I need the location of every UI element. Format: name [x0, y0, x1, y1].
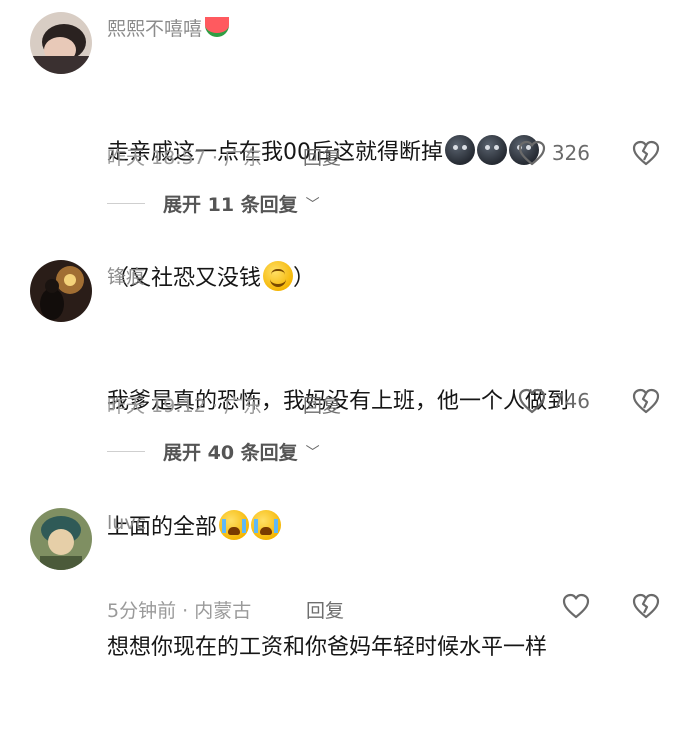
heart-outline-icon	[518, 140, 545, 166]
heart-outline-icon	[518, 388, 545, 414]
smile-face-icon	[263, 261, 294, 291]
divider-line	[107, 203, 145, 204]
avatar[interactable]	[30, 260, 92, 322]
watermelon-icon	[205, 17, 230, 37]
dark-face-icon	[445, 135, 475, 165]
like-button[interactable]	[562, 593, 590, 619]
reply-button[interactable]: 回复	[303, 143, 341, 170]
comment-meta: 昨天 19:12 · 广东	[107, 395, 262, 417]
comment-username[interactable]: 锋痕	[107, 262, 145, 289]
heart-outline-icon	[562, 593, 590, 619]
avatar[interactable]	[30, 12, 92, 74]
avatar-image	[30, 508, 92, 570]
like-button[interactable]: 326	[518, 140, 590, 166]
like-count: 746	[551, 389, 590, 413]
dark-face-icon	[477, 135, 507, 165]
crying-face-icon	[251, 510, 282, 540]
expand-replies-button[interactable]: 展开 40 条回复 ﹀	[107, 438, 320, 465]
expand-replies-button[interactable]: 展开 11 条回复 ﹀	[107, 190, 320, 217]
like-count: 326	[551, 141, 590, 165]
comment-username[interactable]: 熙熙不嘻嘻	[107, 14, 230, 41]
chevron-down-icon: ﹀	[305, 196, 320, 213]
dislike-button[interactable]	[632, 593, 660, 619]
avatar-image	[30, 260, 92, 322]
avatar-image	[30, 12, 92, 74]
comment-text: 想想你现在的工资和你爸妈年轻时候水平一样	[107, 635, 548, 660]
comment-meta: 5分钟前 · 内蒙古	[107, 600, 252, 622]
comment-username[interactable]: luvc	[107, 512, 146, 534]
chevron-down-icon: ﹀	[305, 444, 320, 461]
broken-heart-outline-icon	[632, 140, 660, 166]
divider-line	[107, 451, 145, 452]
reply-button[interactable]: 回复	[303, 391, 341, 418]
dislike-button[interactable]	[632, 140, 660, 166]
dislike-button[interactable]	[632, 388, 660, 414]
broken-heart-outline-icon	[632, 388, 660, 414]
comment-meta: 昨天 18:57 · 广东	[107, 147, 262, 169]
reply-button[interactable]: 回复	[306, 596, 344, 623]
broken-heart-outline-icon	[632, 593, 660, 619]
crying-face-icon	[219, 510, 250, 540]
like-button[interactable]: 746	[518, 388, 590, 414]
avatar[interactable]	[30, 508, 92, 570]
